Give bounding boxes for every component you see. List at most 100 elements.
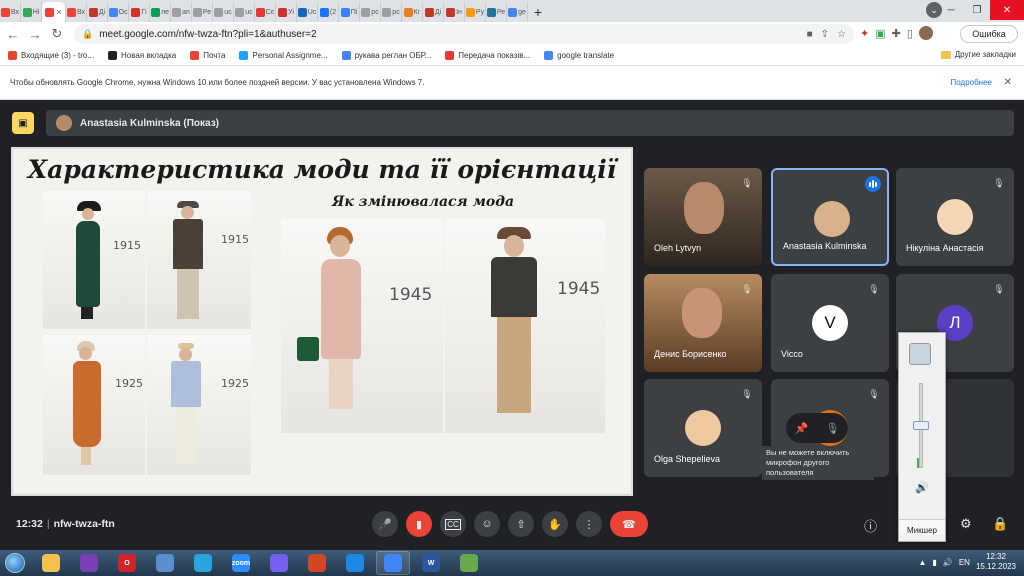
speaker-icon[interactable]: 🔊 [915,481,929,494]
taskbar-app-visual-studio[interactable] [72,551,106,575]
browser-tab[interactable]: Ін [444,2,465,22]
network-icon[interactable]: ▮ [932,558,936,567]
update-infobar: Чтобы обновлять Google Chrome, нужна Win… [0,66,1024,100]
lock-icon[interactable]: 🔒 [82,29,93,40]
bookmark-item[interactable]: Personal Assignme... [239,51,328,60]
captions-button[interactable]: CC [440,511,466,537]
bookmark-item[interactable]: Передача показів... [445,51,530,60]
bookmark-item[interactable]: Входящие (3) - tro... [8,51,94,60]
browser-tab[interactable]: Ді [423,2,444,22]
volume-slider-thumb[interactable] [913,421,929,430]
browser-tab[interactable]: Ру [465,2,486,22]
other-bookmarks[interactable]: Другие закладки [940,50,1016,59]
bookmark-item[interactable]: google translate [544,51,614,60]
participant-tile[interactable]: Anastasia Kulminska [771,168,889,266]
raise-hand-button[interactable]: ✋ [542,511,568,537]
taskbar-app-explorer[interactable] [34,551,68,575]
infobar-learn-more-link[interactable]: Подробнее [951,78,993,87]
presentation-icon[interactable]: ▣ [12,112,34,134]
browser-tab[interactable]: Ос [108,2,129,22]
viber-icon [270,554,288,572]
browser-tab[interactable]: Пі [339,2,360,22]
bookmark-item[interactable]: Новая вкладка [108,51,176,60]
taskbar-app-photo[interactable] [452,551,486,575]
taskbar-clock[interactable]: 12:32 15.12.2023 [976,552,1016,572]
browser-tab[interactable]: Вх [0,2,21,22]
browser-tab[interactable]: ле [150,2,171,22]
minimize-button[interactable]: ─ [938,0,964,20]
close-tab-icon[interactable]: × [56,7,61,17]
taskbar-app-word[interactable]: W [414,551,448,575]
participant-tile[interactable]: Нікуліна Анастасія 🎙 [896,168,1014,266]
bookmark-item[interactable]: Почта [190,51,225,60]
taskbar-app-zoom[interactable]: zoom [224,551,258,575]
browser-tab[interactable]: Ні [21,2,42,22]
browser-tab[interactable]: Вх [66,2,87,22]
browser-tab[interactable]: uc [234,2,255,22]
pin-icon[interactable]: 📌 [795,422,809,435]
error-button[interactable]: Ошибка [960,25,1018,43]
browser-tab[interactable]: ап [171,2,192,22]
activities-icon[interactable]: ⚙ [960,516,972,532]
browser-tab[interactable]: рс [360,2,381,22]
taskbar-app-telegram[interactable] [186,551,220,575]
bookmark-star-icon[interactable]: ☆ [837,29,846,40]
mixer-link[interactable]: Микшер [899,519,945,535]
speaker-device-icon[interactable] [909,343,931,365]
reload-button[interactable]: ↻ [48,25,66,43]
host-controls-icon[interactable]: 🔒 [992,516,1008,532]
participant-tile[interactable]: Денис Борисенко 🎙 [644,274,762,372]
taskbar-app-chrome[interactable] [376,551,410,575]
forward-button[interactable]: → [26,25,44,43]
browser-tab[interactable]: × [42,2,66,22]
info-icon[interactable]: ⓘ [864,516,877,535]
browser-tab[interactable]: Ре [192,2,213,22]
reactions-button[interactable]: ☺ [474,511,500,537]
browser-tab[interactable]: Ре [486,2,507,22]
extension-icon[interactable]: ▣ [875,27,885,40]
browser-tab[interactable]: (2 [318,2,339,22]
puzzle-icon[interactable]: ✚ [892,27,901,40]
share-icon[interactable]: ⇪ [821,29,829,40]
new-tab-button[interactable]: + [528,2,548,22]
participant-tile[interactable]: Olga Shepelieva 🎙 [644,379,762,477]
back-button[interactable]: ← [4,25,22,43]
mic-off-icon[interactable]: 🎙 [825,422,839,435]
participant-tile[interactable]: V Vicco 🎙 [771,274,889,372]
browser-tab[interactable]: ge [507,2,528,22]
browser-tab[interactable]: Уі [276,2,297,22]
address-bar[interactable]: 🔒 meet.google.com/nfw-twza-ftn?pli=1&aut… [74,24,854,44]
browser-tab[interactable]: Uc [297,2,318,22]
mic-button[interactable]: 🎤 [372,511,398,537]
taskbar-app-viber[interactable] [262,551,296,575]
close-window-button[interactable]: ✕ [990,0,1024,20]
taskbar-app-powerpoint[interactable] [300,551,334,575]
sidepanel-icon[interactable]: ▯ [907,27,913,40]
tray-arrow-icon[interactable]: ▲ [919,558,927,567]
start-button[interactable] [0,550,30,576]
present-button[interactable]: ⇧ [508,511,534,537]
volume-tray-icon[interactable]: 🔊 [943,558,953,567]
volume-mixer-popup: 🔊 Микшер [898,332,946,542]
browser-tab[interactable]: рс [381,2,402,22]
maximize-button[interactable]: ❐ [964,0,990,20]
tab-label: Ру [475,8,485,16]
profile-avatar[interactable] [918,26,933,40]
close-icon[interactable]: ✕ [1004,77,1012,88]
camera-icon[interactable]: ■ [807,29,813,40]
extension-icon[interactable]: ✦ [860,27,869,40]
browser-tab[interactable]: Кг [402,2,423,22]
browser-tab[interactable]: uc [213,2,234,22]
taskbar-app-opera[interactable]: O [110,551,144,575]
taskbar-app-notepad[interactable] [148,551,182,575]
browser-tab[interactable]: Ді [87,2,108,22]
browser-tab[interactable]: Сє [255,2,276,22]
leave-call-button[interactable]: ☎ [610,511,648,537]
taskbar-app-edge[interactable] [338,551,372,575]
bookmark-item[interactable]: рукава реглан ОБР... [341,51,431,60]
browser-tab[interactable]: Гі [129,2,150,22]
participant-tile[interactable]: Oleh Lytvyn 🎙 [644,168,762,266]
more-options-button[interactable]: ⋮ [576,511,602,537]
language-indicator[interactable]: EN [959,558,970,567]
camera-button[interactable]: ▮ [406,511,432,537]
